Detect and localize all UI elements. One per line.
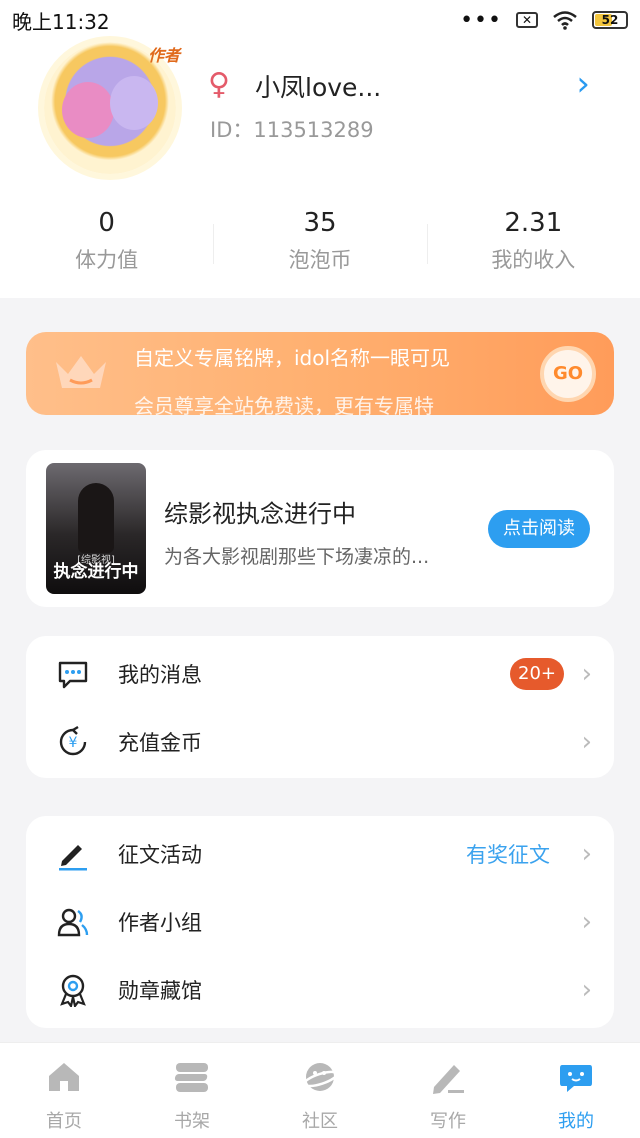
bookshelf-icon bbox=[174, 1063, 208, 1092]
status-icons: ••• ✕ 52 bbox=[460, 8, 628, 33]
stat-value: 0 bbox=[98, 208, 115, 238]
chevron-right-icon: › bbox=[581, 907, 592, 937]
nav-me[interactable]: 我的 bbox=[512, 1043, 640, 1138]
nav-label: 首页 bbox=[46, 1111, 82, 1132]
menu-label: 作者小组 bbox=[118, 911, 202, 935]
nav-label: 社区 bbox=[302, 1111, 338, 1132]
menu-label: 我的消息 bbox=[118, 663, 202, 687]
wifi-icon bbox=[553, 11, 577, 30]
pen-icon bbox=[59, 845, 87, 871]
username: 小凤love... bbox=[255, 73, 382, 102]
prize-essay-link[interactable]: 有奖征文 bbox=[466, 839, 550, 869]
stat-label: 我的收入 bbox=[491, 248, 576, 272]
nav-home[interactable]: 首页 bbox=[0, 1043, 128, 1138]
author-tag: 作者 bbox=[147, 46, 180, 65]
stat-label: 体力值 bbox=[75, 248, 139, 272]
banner-text: 自定义专属铭牌，idol名称一眼可见 bbox=[134, 346, 451, 370]
avatar-character-left bbox=[62, 82, 114, 138]
read-button[interactable]: 点击阅读 bbox=[488, 510, 590, 548]
dots-icon: ••• bbox=[460, 7, 502, 33]
menu-item-messages[interactable]: 我的消息 20+ › bbox=[26, 640, 614, 708]
chevron-right-icon: › bbox=[581, 659, 592, 689]
stat-bubble-coins[interactable]: 35 泡泡币 bbox=[213, 206, 426, 286]
stat-value: 35 bbox=[303, 208, 337, 238]
cover-figure bbox=[78, 483, 114, 553]
nav-label: 我的 bbox=[558, 1111, 594, 1132]
female-gender-icon: ♀ bbox=[208, 67, 230, 102]
crown-icon bbox=[56, 356, 106, 388]
menu-label: 充值金币 bbox=[118, 731, 202, 755]
stats-row: 0 体力值 35 泡泡币 2.31 我的收入 bbox=[0, 206, 640, 286]
home-icon bbox=[49, 1063, 79, 1091]
write-icon bbox=[433, 1065, 464, 1094]
membership-banner[interactable]: 自定义专属铭牌，idol名称一眼可见 会员尊享全站免费读，更有专属特 GO bbox=[26, 332, 614, 415]
avatar[interactable]: 作者 bbox=[44, 42, 180, 174]
menu-label: 征文活动 bbox=[118, 843, 202, 867]
medal-icon bbox=[60, 974, 86, 1007]
message-icon bbox=[58, 661, 88, 689]
nav-community[interactable]: 社区 bbox=[256, 1043, 384, 1138]
menu-item-medal-hall[interactable]: 勋章藏馆 › bbox=[26, 956, 614, 1024]
menu-item-recharge[interactable]: ¥ 充值金币 › bbox=[26, 708, 614, 776]
menu-group-1: 我的消息 20+ › ¥ 充值金币 › bbox=[26, 636, 614, 778]
profile-header[interactable]: 作者 ♀ 小凤love... ID：113513289 › 0 体力值 35 泡… bbox=[0, 40, 640, 298]
nav-label: 写作 bbox=[430, 1111, 466, 1132]
stat-value: 2.31 bbox=[504, 208, 563, 238]
menu-group-2: 征文活动 有奖征文 › 作者小组 › 勋章藏馆 › bbox=[26, 816, 614, 1028]
sim-x-icon: ✕ bbox=[516, 12, 538, 28]
menu-item-author-group[interactable]: 作者小组 › bbox=[26, 888, 614, 956]
stat-income[interactable]: 2.31 我的收入 bbox=[426, 206, 640, 286]
chevron-right-icon: › bbox=[581, 727, 592, 757]
status-bar: 晚上11:32 ••• ✕ 52 bbox=[0, 0, 640, 40]
bottom-nav: 首页 书架 社区 写作 我的 bbox=[0, 1042, 640, 1138]
nav-bookshelf[interactable]: 书架 bbox=[128, 1043, 256, 1138]
yuan-coin-icon: ¥ bbox=[59, 725, 87, 756]
avatar-character-right bbox=[110, 76, 158, 130]
community-icon bbox=[303, 1063, 338, 1091]
chevron-right-icon: › bbox=[581, 975, 592, 1005]
book-card[interactable]: [综影视] 执念进行中 综影视执念进行中 为各大影视剧那些下场凄凉的... 点击… bbox=[26, 450, 614, 607]
svg-text:¥: ¥ bbox=[69, 735, 78, 751]
cover-title: 执念进行中 bbox=[53, 562, 139, 582]
me-icon bbox=[560, 1065, 592, 1092]
user-id: ID：113513289 bbox=[210, 118, 374, 142]
go-button[interactable]: GO bbox=[540, 346, 596, 402]
stat-stamina[interactable]: 0 体力值 bbox=[0, 206, 213, 286]
battery-level: 52 bbox=[601, 13, 619, 27]
menu-label: 勋章藏馆 bbox=[118, 979, 202, 1003]
stat-label: 泡泡币 bbox=[288, 248, 352, 272]
status-time: 晚上11:32 bbox=[12, 9, 110, 34]
battery-icon: 52 bbox=[592, 11, 628, 29]
nav-label: 书架 bbox=[174, 1111, 210, 1132]
nav-write[interactable]: 写作 bbox=[384, 1043, 512, 1138]
book-cover[interactable]: [综影视] 执念进行中 bbox=[46, 463, 146, 594]
book-description: 为各大影视剧那些下场凄凉的... bbox=[164, 546, 430, 568]
unread-badge: 20+ bbox=[510, 658, 564, 690]
group-icon bbox=[57, 908, 89, 937]
menu-item-essay-contest[interactable]: 征文活动 有奖征文 › bbox=[26, 820, 614, 888]
chevron-right-icon[interactable]: › bbox=[576, 64, 590, 104]
book-title: 综影视执念进行中 bbox=[164, 500, 356, 528]
chevron-right-icon: › bbox=[581, 839, 592, 869]
banner-text-next: 会员尊享全站免费读，更有专属特 bbox=[134, 394, 434, 415]
